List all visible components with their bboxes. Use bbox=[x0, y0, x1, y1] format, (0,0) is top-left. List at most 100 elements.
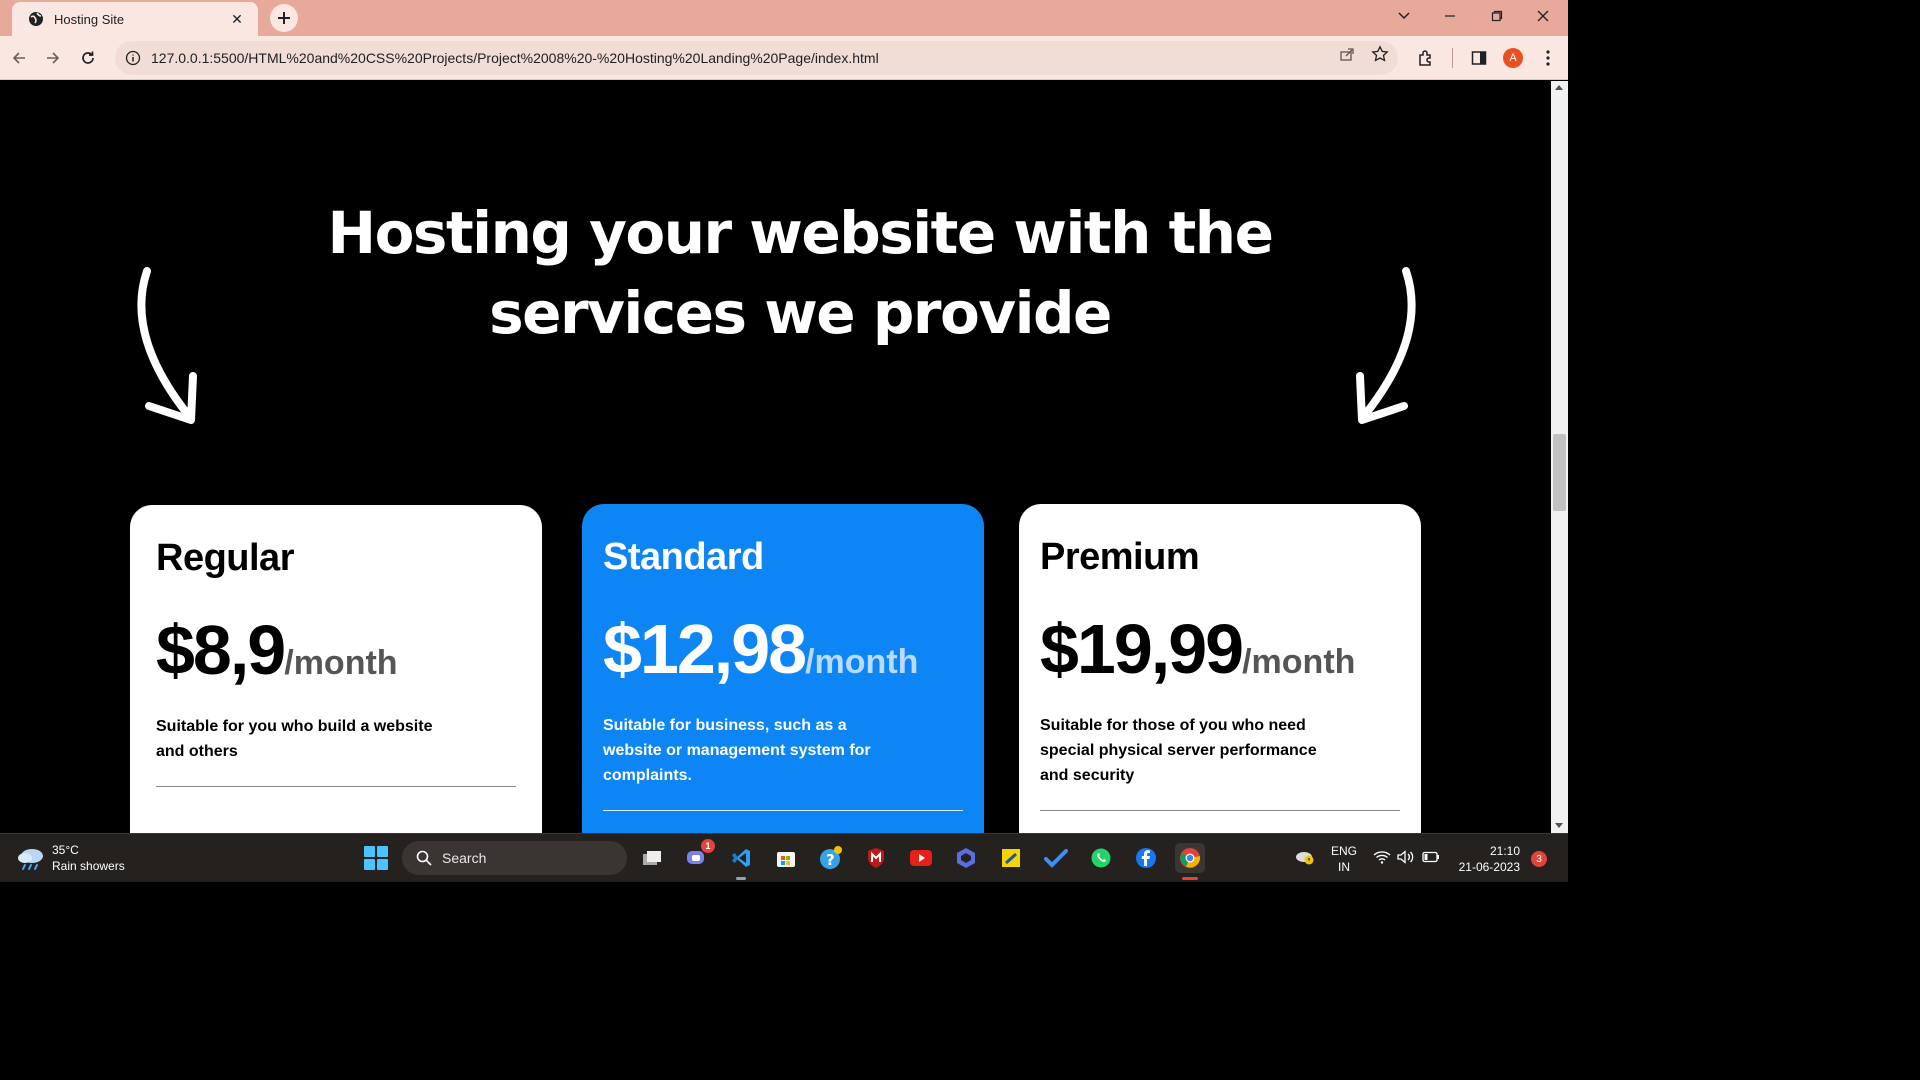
start-button[interactable] bbox=[364, 846, 388, 870]
plan-price-row: $8,9 /month bbox=[156, 610, 516, 690]
avatar: A bbox=[1503, 48, 1523, 68]
wifi-icon[interactable] bbox=[1373, 850, 1391, 867]
tab-search-button[interactable] bbox=[1381, 0, 1427, 32]
search-icon bbox=[416, 850, 432, 866]
battery-icon[interactable] bbox=[1422, 851, 1440, 866]
plan-name: Premium bbox=[1040, 536, 1200, 578]
windows-logo-pane bbox=[377, 846, 388, 857]
onedrive-warning-icon[interactable] bbox=[1295, 848, 1315, 869]
notification-badge[interactable]: 3 bbox=[1531, 851, 1547, 867]
plan-description: Suitable for business, such as a website… bbox=[603, 717, 871, 784]
plan-price: $8,9 bbox=[156, 611, 286, 689]
close-tab-icon[interactable]: ✕ bbox=[228, 11, 246, 28]
extensions-icon[interactable] bbox=[1412, 44, 1440, 72]
curved-arrow-right-icon bbox=[1356, 267, 1416, 424]
page-heading: Hosting your website with the services w… bbox=[250, 193, 1350, 353]
arrow-left-icon bbox=[12, 52, 25, 64]
page-scrollbar[interactable] bbox=[1551, 81, 1568, 833]
bing-chat-icon[interactable] bbox=[951, 843, 981, 873]
arrow-right-icon bbox=[47, 52, 60, 64]
taskbar-search[interactable]: Search bbox=[402, 841, 627, 875]
plan-price-row: $19,99 /month bbox=[1040, 609, 1400, 689]
region-code: IN bbox=[1338, 860, 1350, 874]
search-placeholder: Search bbox=[442, 850, 487, 866]
windows-logo-pane bbox=[364, 846, 375, 857]
reload-icon bbox=[82, 51, 94, 64]
clock-date: 21-06-2023 bbox=[1458, 860, 1520, 874]
toolbar-divider bbox=[1452, 48, 1453, 68]
plan-divider bbox=[1040, 810, 1400, 811]
sticky-notes-icon[interactable] bbox=[996, 843, 1026, 873]
browser-tab[interactable]: Hosting Site ✕ bbox=[12, 2, 258, 36]
address-bar[interactable]: 127.0.0.1:5500/HTML%20and%20CSS%20Projec… bbox=[115, 41, 1398, 75]
tab-title: Hosting Site bbox=[54, 11, 125, 27]
mcafee-icon[interactable] bbox=[861, 843, 891, 873]
scroll-up-icon[interactable] bbox=[1555, 85, 1563, 90]
close-icon bbox=[1537, 10, 1549, 22]
share-icon[interactable] bbox=[1337, 44, 1357, 64]
teams-badge: 1 bbox=[701, 839, 715, 853]
windows-logo-pane bbox=[377, 859, 388, 870]
kebab-menu-icon bbox=[1546, 50, 1550, 66]
plan-divider bbox=[156, 786, 516, 787]
rain-cloud-icon bbox=[18, 849, 43, 870]
profile-button[interactable]: A bbox=[1499, 44, 1527, 72]
minimize-button[interactable] bbox=[1427, 0, 1473, 32]
curved-arrow-left-icon bbox=[137, 267, 197, 424]
restore-button[interactable] bbox=[1474, 0, 1520, 32]
teams-chat-icon[interactable]: 1 bbox=[681, 839, 715, 873]
weather-widget[interactable]: 35°C Rain showers bbox=[16, 842, 125, 874]
plan-card-regular: Regular $8,9 /month Suitable for you who… bbox=[130, 505, 542, 833]
chrome-icon[interactable] bbox=[1175, 843, 1205, 880]
facebook-icon[interactable] bbox=[1131, 843, 1161, 873]
page-viewport: Hosting your website with the services w… bbox=[0, 81, 1551, 833]
plan-card-standard: Standard $12,98 /month Suitable for busi… bbox=[582, 504, 984, 833]
weather-temperature: 35°C bbox=[52, 843, 79, 857]
language-indicator[interactable]: ENG IN bbox=[1331, 843, 1357, 875]
whatsapp-icon[interactable] bbox=[1086, 843, 1116, 873]
scrollbar-thumb[interactable] bbox=[1553, 434, 1566, 511]
side-panel-icon[interactable] bbox=[1465, 44, 1493, 72]
microsoft-store-icon[interactable] bbox=[771, 843, 801, 873]
url-text: 127.0.0.1:5500/HTML%20and%20CSS%20Projec… bbox=[151, 50, 879, 66]
plan-period: /month bbox=[805, 643, 919, 681]
todo-icon[interactable] bbox=[1041, 843, 1071, 873]
clock-time: 21:10 bbox=[1489, 844, 1520, 858]
task-view-icon[interactable] bbox=[637, 843, 667, 873]
heading-line-1: Hosting your website with the bbox=[327, 199, 1274, 267]
plan-price-row: $12,98 /month bbox=[603, 609, 963, 689]
info-icon[interactable] bbox=[125, 50, 141, 66]
windows-logo-pane bbox=[364, 859, 375, 870]
minimize-icon bbox=[1445, 15, 1455, 17]
vscode-icon[interactable] bbox=[726, 843, 756, 880]
forward-button[interactable] bbox=[39, 44, 67, 72]
svg-text:?: ? bbox=[826, 851, 835, 869]
plan-period: /month bbox=[284, 644, 398, 682]
back-button[interactable] bbox=[5, 44, 33, 72]
plan-period: /month bbox=[1242, 643, 1356, 681]
active-indicator bbox=[1182, 877, 1198, 880]
heading-line-2: services we provide bbox=[489, 279, 1112, 347]
menu-button[interactable] bbox=[1534, 44, 1562, 72]
plan-description: Suitable for those of you who need speci… bbox=[1040, 717, 1317, 784]
reload-button[interactable] bbox=[74, 44, 102, 72]
volume-icon[interactable] bbox=[1397, 850, 1415, 867]
plan-divider bbox=[603, 810, 963, 811]
plan-name: Regular bbox=[156, 537, 294, 579]
language-code: ENG bbox=[1331, 844, 1358, 858]
running-indicator bbox=[736, 877, 746, 880]
chevron-down-icon bbox=[1398, 12, 1410, 20]
plus-icon bbox=[278, 12, 290, 24]
youtube-icon[interactable] bbox=[906, 843, 936, 873]
help-icon[interactable]: ? bbox=[816, 843, 846, 873]
restore-icon bbox=[1491, 10, 1503, 22]
taskbar: 35°C Rain showers Search 1 ? ENG IN 21:1… bbox=[0, 833, 1568, 882]
plan-card-premium: Premium $19,99 /month Suitable for those… bbox=[1019, 504, 1421, 833]
bookmark-star-icon[interactable] bbox=[1370, 44, 1390, 64]
new-tab-button[interactable] bbox=[270, 4, 298, 32]
scroll-down-icon[interactable] bbox=[1555, 823, 1563, 828]
plan-description: Suitable for you who build a website and… bbox=[156, 718, 433, 760]
plan-name: Standard bbox=[603, 536, 764, 578]
close-window-button[interactable] bbox=[1520, 0, 1566, 32]
system-clock[interactable]: 21:10 21-06-2023 bbox=[1456, 843, 1520, 875]
